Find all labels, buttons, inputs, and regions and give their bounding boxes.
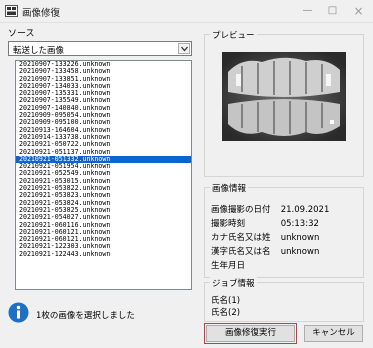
- job-info-legend: ジョブ情報: [210, 277, 257, 289]
- execute-repair-button[interactable]: 画像修復実行: [204, 323, 297, 344]
- info-row-date: 画像撮影の日付 21.09.2021: [211, 203, 329, 215]
- info-key: 漢字氏名又は名: [211, 247, 271, 257]
- job-info-group: ジョブ情報 氏名(1) 氏名(2): [204, 277, 364, 322]
- combobox-dropdown-button[interactable]: [178, 43, 190, 54]
- info-key: 画像撮影の日付: [211, 205, 271, 215]
- xray-preview-image: [222, 52, 346, 141]
- info-value: unknown: [280, 247, 320, 257]
- info-icon: [8, 302, 29, 323]
- job-row-name1: 氏名(1): [211, 294, 278, 306]
- source-label: ソース: [8, 29, 35, 39]
- chevron-down-icon: [181, 46, 188, 52]
- job-key: 氏名(1): [211, 296, 241, 306]
- job-key: 氏名(2): [211, 308, 241, 318]
- preview-legend: プレビュー: [210, 29, 257, 41]
- info-value: 21.09.2021: [280, 205, 330, 215]
- info-value: unknown: [280, 233, 320, 243]
- preview-group: プレビュー: [204, 29, 364, 177]
- job-row-name2: 氏名(2): [211, 306, 278, 318]
- info-key: カナ氏名又は姓: [211, 233, 271, 243]
- image-file-list[interactable]: 20210907-133226.unknown 20210907-133458.u…: [15, 60, 192, 290]
- window-title: 画像修復: [22, 8, 61, 19]
- cancel-button[interactable]: キャンセル: [304, 325, 363, 342]
- image-info-legend: 画像情報: [210, 182, 249, 194]
- app-icon: [5, 5, 18, 17]
- status-message: 1枚の画像を選択しました: [36, 311, 135, 321]
- maximize-button[interactable]: □: [320, 0, 345, 22]
- close-button[interactable]: ×: [346, 0, 371, 22]
- image-info-group: 画像情報 画像撮影の日付 21.09.2021 撮影時刻 05:13:32 カナ…: [204, 182, 364, 278]
- title-bar: 画像修復 — □ ×: [0, 0, 373, 23]
- minimize-button[interactable]: —: [295, 0, 320, 22]
- info-row-kanji-name: 漢字氏名又は名 unknown: [211, 245, 319, 257]
- info-row-birthdate: 生年月日: [211, 259, 281, 271]
- info-row-time: 撮影時刻 05:13:32: [211, 217, 319, 229]
- source-combobox-value: 転送した画像: [13, 46, 65, 56]
- source-combobox[interactable]: 転送した画像: [8, 41, 192, 56]
- info-key: 撮影時刻: [211, 219, 246, 229]
- list-item[interactable]: 20210921-122443.unknown: [16, 250, 191, 258]
- info-row-kana-name: カナ氏名又は姓 unknown: [211, 231, 319, 243]
- info-key: 生年月日: [211, 261, 246, 271]
- info-value: 05:13:32: [280, 219, 319, 229]
